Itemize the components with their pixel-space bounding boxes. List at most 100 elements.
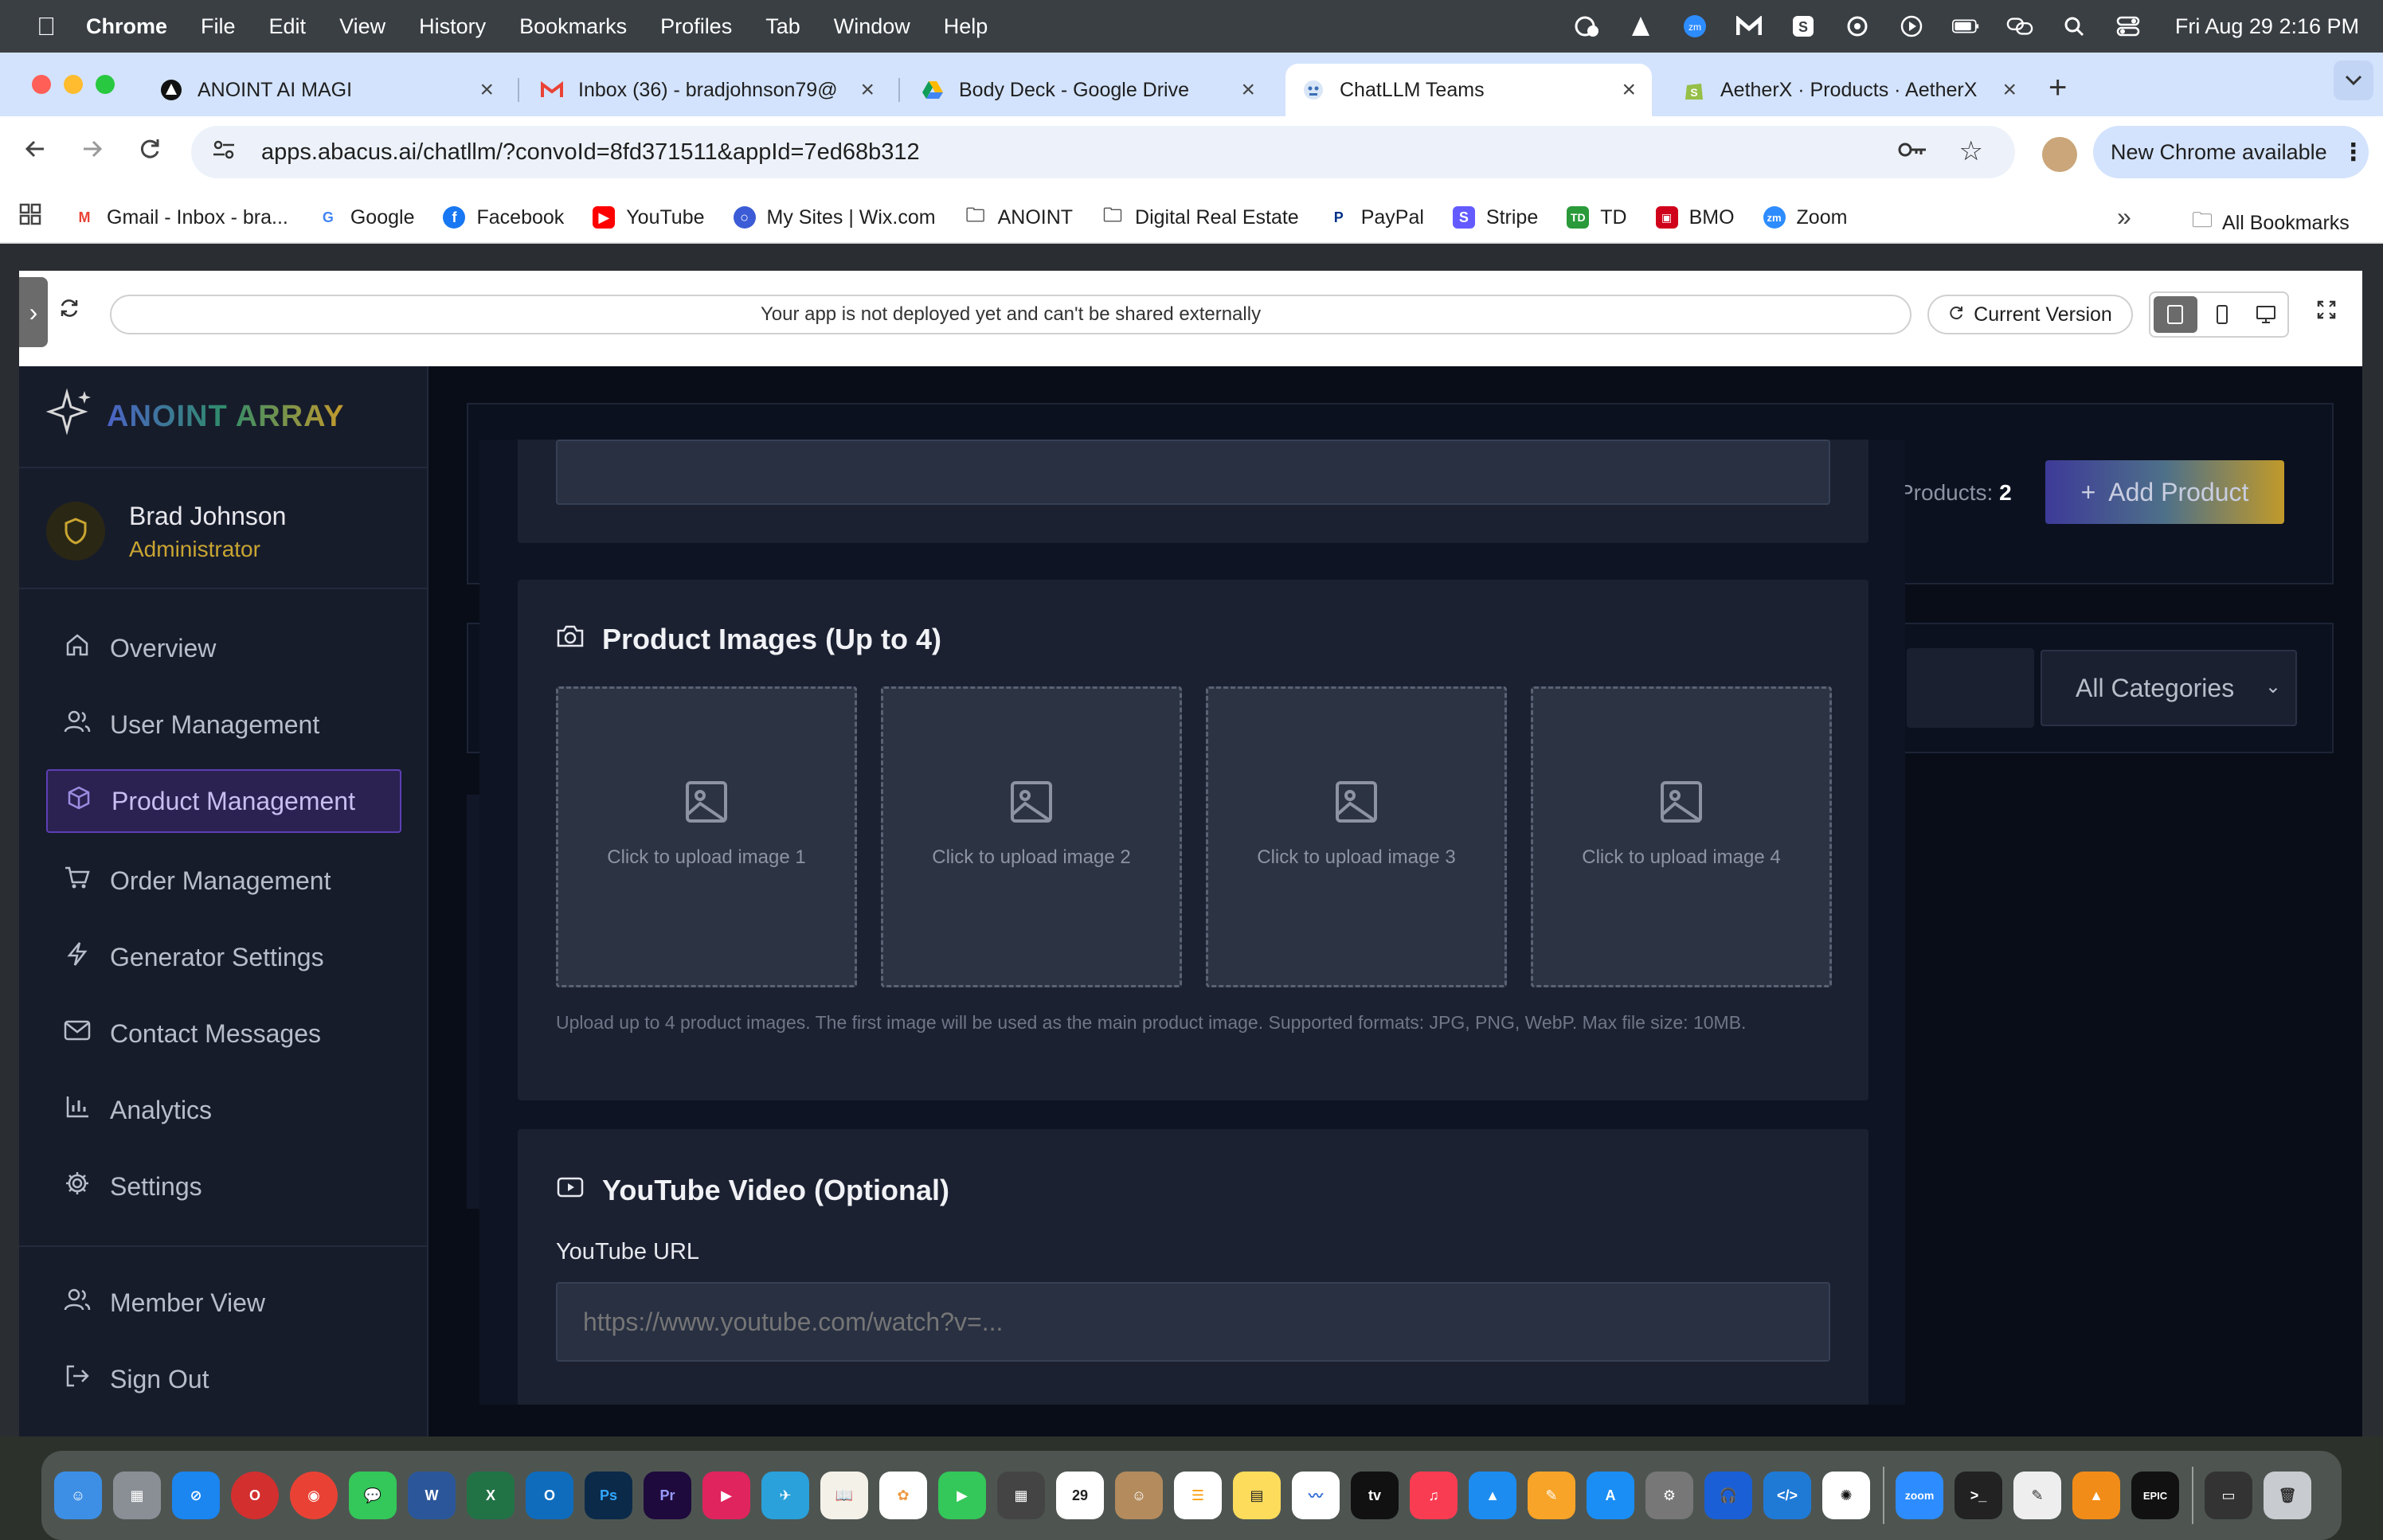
trash-icon[interactable]: 🗑 [2264,1472,2311,1519]
nav-member-view[interactable]: Member View [46,1271,401,1335]
safari-icon[interactable]: ⊘ [172,1472,220,1519]
bookmark-stripe[interactable]: S Stripe [1452,206,1538,229]
bookmark-wix[interactable]: ○ My Sites | Wix.com [733,206,936,229]
upload-image-slot-1[interactable]: Click to upload image 1 [556,686,857,987]
app-store-icon[interactable]: A [1587,1472,1634,1519]
status-app-icon[interactable] [1573,14,1600,38]
menu-view[interactable]: View [339,14,385,39]
apple-icon[interactable]:  [30,12,62,41]
tab-search-button[interactable] [2334,61,2373,100]
expand-sidebar-chevron-icon[interactable]: › [19,277,48,347]
desktop-view-icon[interactable] [2244,293,2287,336]
bookmark-zoom[interactable]: zm Zoom [1763,206,1847,229]
terminal-icon[interactable]: >_ [1955,1472,2002,1519]
m-status-icon[interactable] [1735,14,1763,38]
word-icon[interactable]: W [408,1472,456,1519]
openai-status-icon[interactable] [1844,14,1871,38]
close-icon[interactable]: × [860,76,875,104]
telegram-icon[interactable]: ✈ [761,1472,809,1519]
youtube-studio-icon[interactable]: ▶ [702,1472,750,1519]
mobile-view-icon[interactable] [2201,293,2244,336]
new-tab-button[interactable]: + [2048,70,2067,106]
window-minimize-button[interactable] [64,75,83,94]
bookmark-paypal[interactable]: P PayPal [1327,206,1424,229]
nav-product-management[interactable]: Product Management [46,769,401,833]
system-settings-icon[interactable]: ⚙ [1645,1472,1693,1519]
battery-icon[interactable] [1951,14,1979,38]
reload-button[interactable] [132,137,167,168]
upload-image-slot-4[interactable]: Click to upload image 4 [1531,686,1832,987]
tab-google-drive[interactable]: Body Deck - Google Drive × [905,64,1271,116]
contacts-icon[interactable]: ☺ [1115,1472,1163,1519]
audacity-icon[interactable]: 🎧 [1704,1472,1752,1519]
bookmark-google[interactable]: G Google [316,206,414,229]
screen-mirror-icon[interactable] [2006,14,2033,38]
all-bookmarks-folder[interactable]: 🗀 All Bookmarks [2192,205,2350,240]
menu-window[interactable]: Window [834,14,910,39]
tab-gmail-inbox[interactable]: Inbox (36) - bradjohnson79@ × [524,64,890,116]
reminders-icon[interactable]: ☰ [1174,1472,1222,1519]
fullscreen-icon[interactable] [2316,299,2337,326]
nav-sign-out[interactable]: Sign Out [46,1347,401,1411]
photos-icon[interactable]: ✿ [879,1472,927,1519]
window-zoom-button[interactable] [96,75,115,94]
apple-tv-icon[interactable]: tv [1351,1472,1399,1519]
more-vertical-icon[interactable]: ⋮ [2342,139,2365,166]
kindle-icon[interactable]: 📖 [820,1472,868,1519]
brand-header[interactable]: ANOINT ARRAY [19,366,428,468]
finder-icon[interactable]: ☺ [54,1472,102,1519]
s-status-icon[interactable]: S [1790,14,1817,38]
upload-image-slot-2[interactable]: Click to upload image 2 [881,686,1182,987]
calculator-icon[interactable]: ▦ [997,1472,1045,1519]
bookmark-star-icon[interactable]: ☆ [1959,135,1983,167]
bookmark-td[interactable]: TD TD [1567,206,1627,229]
calendar-icon[interactable]: 29 [1056,1472,1104,1519]
music-icon[interactable]: ♫ [1410,1472,1458,1519]
nav-contact-messages[interactable]: Contact Messages [46,1002,401,1065]
site-info-icon[interactable] [212,139,244,166]
launchpad-icon[interactable]: ▦ [113,1472,161,1519]
close-icon[interactable]: × [479,76,494,104]
close-icon[interactable]: × [1622,76,1636,104]
photoshop-icon[interactable]: Ps [585,1472,632,1519]
vscode-icon[interactable]: </> [1763,1472,1811,1519]
new-chrome-available-button[interactable]: New Chrome available ⋮ [2093,126,2369,178]
messages-icon[interactable]: 💬 [349,1472,397,1519]
bookmark-bmo[interactable]: ▣ BMO [1655,206,1735,229]
spotlight-search-icon[interactable] [2060,14,2088,38]
menu-profiles[interactable]: Profiles [660,14,732,39]
menu-file[interactable]: File [201,14,236,39]
bookmark-gmail[interactable]: M Gmail - Inbox - bra... [73,206,288,229]
youtube-url-input[interactable] [556,1282,1830,1362]
excel-icon[interactable]: X [467,1472,515,1519]
keynote-icon[interactable]: ▲ [1469,1472,1516,1519]
nav-analytics[interactable]: Analytics [46,1078,401,1142]
add-product-button[interactable]: + Add Product [2045,460,2284,524]
nav-generator-settings[interactable]: Generator Settings [46,925,401,989]
close-icon[interactable]: × [2002,76,2017,104]
forward-button[interactable] [75,137,110,168]
menu-history[interactable]: History [419,14,486,39]
zoom-icon[interactable]: zoom [1896,1472,1943,1519]
previous-field-input[interactable] [556,440,1830,505]
chatgpt-icon[interactable]: ✺ [1822,1472,1870,1519]
menu-help[interactable]: Help [944,14,988,39]
tab-aetherx-products[interactable]: S AetherX · Products · AetherX × [1666,64,2033,116]
back-button[interactable] [18,137,53,168]
category-select[interactable]: All Categories ⌄ [2041,650,2297,726]
refresh-preview-icon[interactable] [59,298,80,325]
address-bar[interactable]: apps.abacus.ai/chatllm/?convoId=8fd37151… [191,126,2015,178]
chrome-icon[interactable]: ◉ [290,1472,338,1519]
more-bookmarks-chevron-icon[interactable]: » [2117,202,2131,232]
tablet-view-icon[interactable] [2154,296,2197,333]
nav-user-management[interactable]: User Management [46,693,401,756]
password-key-icon[interactable] [1897,139,1927,164]
profile-avatar[interactable] [2042,137,2077,172]
nav-overview[interactable]: Overview [46,616,401,680]
tab-chatllm-teams[interactable]: ChatLLM Teams × [1285,64,1652,116]
upload-image-slot-3[interactable]: Click to upload image 3 [1206,686,1507,987]
facetime-icon[interactable]: ▶ [938,1472,986,1519]
premiere-icon[interactable]: Pr [644,1472,691,1519]
nav-settings[interactable]: Settings [46,1155,401,1218]
current-version-button[interactable]: Current Version [1927,295,2133,334]
